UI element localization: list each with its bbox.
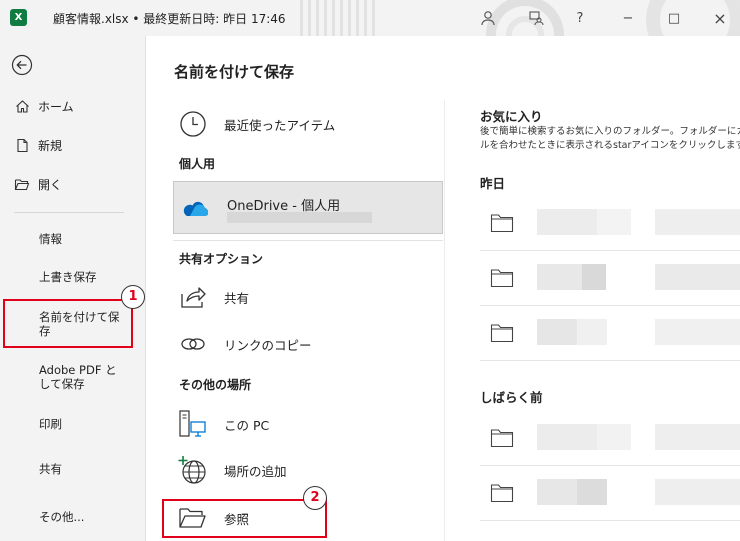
sidebar-item-label: ホーム [38, 100, 74, 114]
folder-row[interactable] [480, 250, 740, 306]
share-icon [178, 282, 208, 312]
folder-icon [490, 428, 514, 452]
location-add-place[interactable]: 場所の追加 [178, 455, 287, 485]
annotation-highlight-save-as [3, 299, 133, 348]
redacted-folder-name [582, 264, 606, 290]
section-heading-share: 共有オプション [179, 252, 264, 266]
excel-logo-icon: X [10, 9, 27, 26]
sidebar-item-save-as-pdf[interactable]: Adobe PDF と して保存 [39, 363, 117, 391]
document-title[interactable]: 顧客情報.xlsx • 最終更新日時: 昨日 17:46 [53, 10, 286, 27]
account-icon[interactable] [476, 6, 500, 30]
redacted-folder-path [655, 264, 740, 290]
computer-icon [178, 409, 208, 439]
section-divider [173, 240, 443, 241]
location-onedrive-personal[interactable]: OneDrive - 個人用 [173, 181, 443, 234]
redacted-folder-name [537, 479, 577, 505]
favorites-heading: お気に入り [480, 109, 543, 124]
location-label: この PC [224, 417, 270, 433]
location-label: 最近使ったアイテム [224, 117, 336, 133]
link-icon [178, 329, 208, 359]
redacted-folder-path [655, 319, 740, 345]
redacted-folder-name [597, 209, 631, 235]
page-title: 名前を付けて保存 [174, 63, 295, 81]
minimize-button[interactable]: − [616, 6, 640, 30]
folder-icon [490, 483, 514, 507]
section-heading-personal: 個人用 [179, 157, 216, 171]
section-heading-other: その他の場所 [179, 378, 252, 392]
redacted-folder-name [577, 319, 607, 345]
maximize-button[interactable]: □ [662, 6, 686, 30]
redacted-folder-name [537, 319, 577, 345]
location-label: 共有 [224, 290, 250, 306]
favorites-description-line2: ルを合わせたときに表示されるstarアイコンをクリックします。 [480, 140, 740, 151]
folder-icon [490, 213, 514, 237]
yesterday-heading: 昨日 [480, 176, 506, 191]
location-label: 場所の追加 [224, 463, 287, 479]
coauthoring-icon[interactable] [524, 6, 548, 30]
folder-icon [490, 268, 514, 292]
globe-add-icon [178, 455, 208, 485]
sidebar-item-info[interactable]: 情報 [39, 232, 62, 246]
sidebar-item-label: 新規 [38, 139, 63, 153]
close-button[interactable]: × [708, 6, 732, 30]
sidebar-item-label-line2: して保存 [39, 377, 85, 391]
sidebar-item-open[interactable]: 開く [0, 176, 145, 193]
annotation-marker-2: 2 [303, 486, 327, 510]
folder-row[interactable] [480, 465, 740, 521]
sidebar-item-home[interactable]: ホーム [0, 98, 145, 115]
annotation-marker-1: 1 [121, 285, 145, 309]
sidebar-item-new[interactable]: 新規 [0, 137, 145, 154]
redacted-folder-name [597, 424, 631, 450]
redacted-folder-path [655, 209, 740, 235]
location-this-pc[interactable]: この PC [178, 409, 269, 439]
folder-row[interactable] [480, 410, 740, 466]
help-icon[interactable]: ? [568, 6, 592, 30]
redacted-folder-name [537, 264, 582, 290]
favorites-description: 後で簡単に検索するお気に入りのフォルダー。フォルダーにカーソ ルを合わせたときに… [480, 125, 740, 153]
redacted-folder-path [655, 424, 740, 450]
open-folder-icon [14, 177, 30, 193]
folder-row[interactable] [480, 195, 740, 251]
onedrive-cloud-icon [180, 199, 209, 221]
redacted-folder-path [655, 479, 740, 505]
home-icon [14, 99, 30, 115]
location-recent[interactable]: 最近使ったアイテム [178, 109, 335, 139]
sidebar-divider [14, 212, 124, 213]
redacted-account-email [227, 212, 372, 223]
sidebar-item-label: 開く [38, 178, 63, 192]
sidebar-item-print[interactable]: 印刷 [39, 417, 62, 431]
sidebar-item-more[interactable]: その他... [39, 510, 84, 524]
location-share[interactable]: 共有 [178, 282, 249, 312]
new-document-icon [14, 138, 30, 154]
favorites-description-line1: 後で簡単に検索するお気に入りのフォルダー。フォルダーにカーソ [480, 126, 740, 137]
back-arrow-icon[interactable] [11, 54, 33, 76]
column-divider [444, 100, 445, 541]
sidebar-item-share[interactable]: 共有 [39, 462, 62, 476]
redacted-folder-name [537, 209, 597, 235]
redacted-folder-name [577, 479, 607, 505]
sidebar-item-save[interactable]: 上書き保存 [39, 270, 97, 284]
annotation-highlight-browse [162, 499, 327, 538]
folder-icon [490, 323, 514, 347]
folder-row[interactable] [480, 305, 740, 361]
earlier-heading: しばらく前 [480, 390, 543, 405]
location-copy-link[interactable]: リンクのコピー [178, 329, 312, 359]
redacted-folder-name [537, 424, 597, 450]
sidebar-item-label-line1: Adobe PDF と [39, 363, 117, 377]
location-label: リンクのコピー [224, 337, 312, 353]
title-bar: X 顧客情報.xlsx • 最終更新日時: 昨日 17:46 ? − □ × [0, 0, 740, 36]
clock-icon [178, 109, 208, 139]
